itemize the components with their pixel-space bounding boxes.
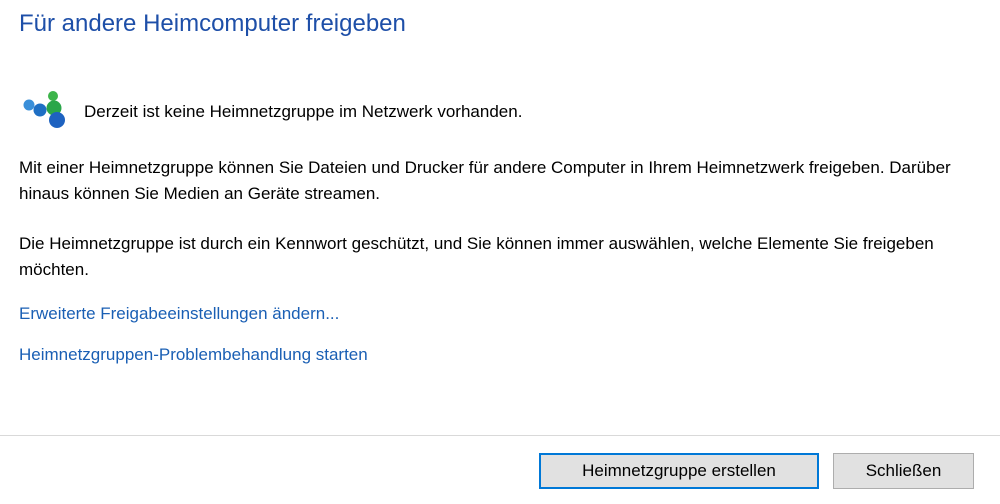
status-text: Derzeit ist keine Heimnetzgruppe im Netz… (84, 102, 523, 121)
advanced-sharing-settings-link[interactable]: Erweiterte Freigabeeinstellungen ändern.… (19, 304, 339, 324)
page-title: Für andere Heimcomputer freigeben (19, 10, 406, 37)
description-paragraph: Mit einer Heimnetzgruppe können Sie Date… (19, 158, 951, 203)
homegroup-dialog: Für andere Heimcomputer freigeben Derzei… (0, 0, 1000, 504)
troubleshooter-link[interactable]: Heimnetzgruppen-Problembehandlung starte… (19, 345, 368, 365)
status-row: Derzeit ist keine Heimnetzgruppe im Netz… (20, 88, 522, 132)
close-button[interactable]: Schließen (833, 453, 974, 489)
password-info-paragraph: Die Heimnetzgruppe ist durch ein Kennwor… (19, 234, 934, 279)
homegroup-icon (20, 88, 72, 132)
create-homegroup-button[interactable]: Heimnetzgruppe erstellen (539, 453, 819, 489)
footer-divider (0, 435, 1000, 436)
